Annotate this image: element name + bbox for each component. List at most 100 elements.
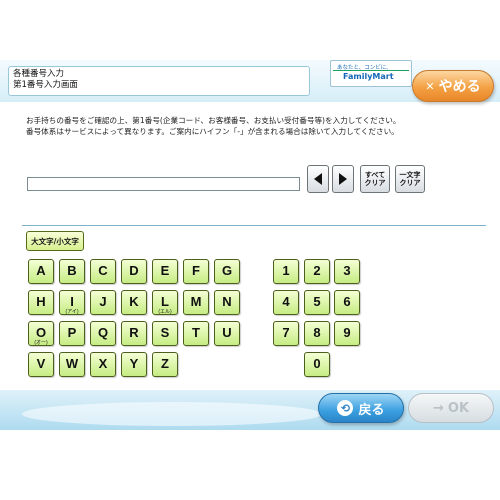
key-w[interactable]: W [59, 352, 85, 377]
key-s[interactable]: S [152, 321, 178, 346]
number-input[interactable] [27, 177, 300, 191]
key-label: V [36, 356, 46, 371]
key-f[interactable]: F [183, 259, 209, 284]
key-label: 7 [282, 325, 290, 340]
quit-label: やめる [438, 79, 481, 95]
key-a[interactable]: A [28, 259, 54, 284]
key-b[interactable]: B [59, 259, 85, 284]
instruction-line-1: お手持ちの番号をご確認の上、第1番号(企業コード、お客様番号、お支払い受付番号等… [26, 116, 401, 125]
back-button[interactable]: ⟲ 戻る [318, 393, 404, 423]
familymart-logo: あなたと、コンビに、 FamilyMart [330, 60, 412, 87]
key-label: C [98, 263, 108, 278]
key-p[interactable]: P [59, 321, 85, 346]
key-k[interactable]: K [121, 290, 147, 315]
clear-one-label-2: クリア [399, 179, 421, 187]
key-label: A [36, 263, 46, 278]
key-label: K [129, 294, 139, 309]
key-g[interactable]: G [214, 259, 240, 284]
key-t[interactable]: T [183, 321, 209, 346]
key-label: Y [129, 356, 139, 371]
brand-name: FamilyMart [343, 72, 394, 81]
clear-all-label-1: すべて [364, 171, 386, 179]
key-3[interactable]: 3 [334, 259, 360, 284]
key-label: U [222, 325, 232, 340]
clear-all-label-2: クリア [364, 179, 386, 187]
key-c[interactable]: C [90, 259, 116, 284]
key-label: 3 [343, 263, 351, 278]
key-m[interactable]: M [183, 290, 209, 315]
screen-subtitle: 第1番号入力画面 [13, 80, 78, 90]
key-d[interactable]: D [121, 259, 147, 284]
screen-title-box: 各種番号入力 第1番号入力画面 [8, 66, 310, 96]
key-r[interactable]: R [121, 321, 147, 346]
key-label: 9 [343, 325, 351, 340]
key-n[interactable]: N [214, 290, 240, 315]
case-toggle-button[interactable]: 大文字/小文字 [26, 231, 84, 251]
key-y[interactable]: Y [121, 352, 147, 377]
footer-decoration [22, 402, 322, 426]
key-4[interactable]: 4 [273, 290, 299, 315]
key-o[interactable]: O (オー) [28, 321, 54, 346]
key-x[interactable]: X [90, 352, 116, 377]
logo-stripe [333, 70, 409, 71]
key-v[interactable]: V [28, 352, 54, 377]
key-label: R [129, 325, 139, 340]
back-label: 戻る [358, 402, 385, 418]
key-1[interactable]: 1 [273, 259, 299, 284]
key-8[interactable]: 8 [304, 321, 330, 346]
key-label: P [67, 325, 77, 340]
clear-one-button[interactable]: 一文字 クリア [395, 165, 425, 193]
key-reading: (エル) [158, 309, 172, 315]
key-label: B [67, 263, 77, 278]
arrow-right-icon [339, 173, 347, 185]
key-reading: (アイ) [65, 309, 79, 315]
key-q[interactable]: Q [90, 321, 116, 346]
ok-label: OK [447, 400, 470, 416]
key-label: E [160, 263, 170, 278]
key-label: Q [97, 325, 109, 340]
instruction-line-2: 番号体系はサービスによって異なります。ご案内にハイフン「-」が含まれる場合は除い… [26, 127, 399, 136]
key-label: L [161, 294, 169, 309]
key-2[interactable]: 2 [304, 259, 330, 284]
key-label: O [35, 325, 47, 340]
key-u[interactable]: U [214, 321, 240, 346]
key-z[interactable]: Z [152, 352, 178, 377]
key-label: Z [161, 356, 169, 371]
ok-button: → OK [408, 393, 494, 423]
clear-all-button[interactable]: すべて クリア [360, 165, 390, 193]
key-j[interactable]: J [90, 290, 116, 315]
cursor-right-button[interactable] [332, 165, 354, 193]
key-label: N [222, 294, 232, 309]
key-e[interactable]: E [152, 259, 178, 284]
key-label: 8 [313, 325, 321, 340]
key-6[interactable]: 6 [334, 290, 360, 315]
key-label: M [190, 294, 202, 309]
quit-button[interactable]: ✕ やめる [412, 70, 494, 102]
key-h[interactable]: H [28, 290, 54, 315]
key-i[interactable]: I (アイ) [59, 290, 85, 315]
key-label: 1 [282, 263, 290, 278]
key-label: I [70, 294, 74, 309]
arrow-right-icon: → [432, 400, 444, 416]
key-7[interactable]: 7 [273, 321, 299, 346]
section-divider [22, 225, 486, 226]
key-label: D [129, 263, 139, 278]
key-label: 0 [313, 356, 321, 371]
key-label: T [192, 325, 200, 340]
key-label: 6 [343, 294, 351, 309]
key-reading: (オー) [34, 340, 48, 346]
key-label: H [36, 294, 46, 309]
cursor-left-button[interactable] [307, 165, 329, 193]
key-5[interactable]: 5 [304, 290, 330, 315]
key-label: W [65, 356, 79, 371]
return-arrow-icon: ⟲ [337, 400, 354, 416]
key-label: F [192, 263, 200, 278]
close-icon: ✕ [425, 79, 435, 93]
key-0[interactable]: 0 [304, 352, 330, 377]
key-l[interactable]: L (エル) [152, 290, 178, 315]
key-label: G [221, 263, 233, 278]
key-9[interactable]: 9 [334, 321, 360, 346]
clear-one-label-1: 一文字 [399, 171, 421, 179]
key-label: 5 [313, 294, 321, 309]
key-label: J [99, 294, 107, 309]
